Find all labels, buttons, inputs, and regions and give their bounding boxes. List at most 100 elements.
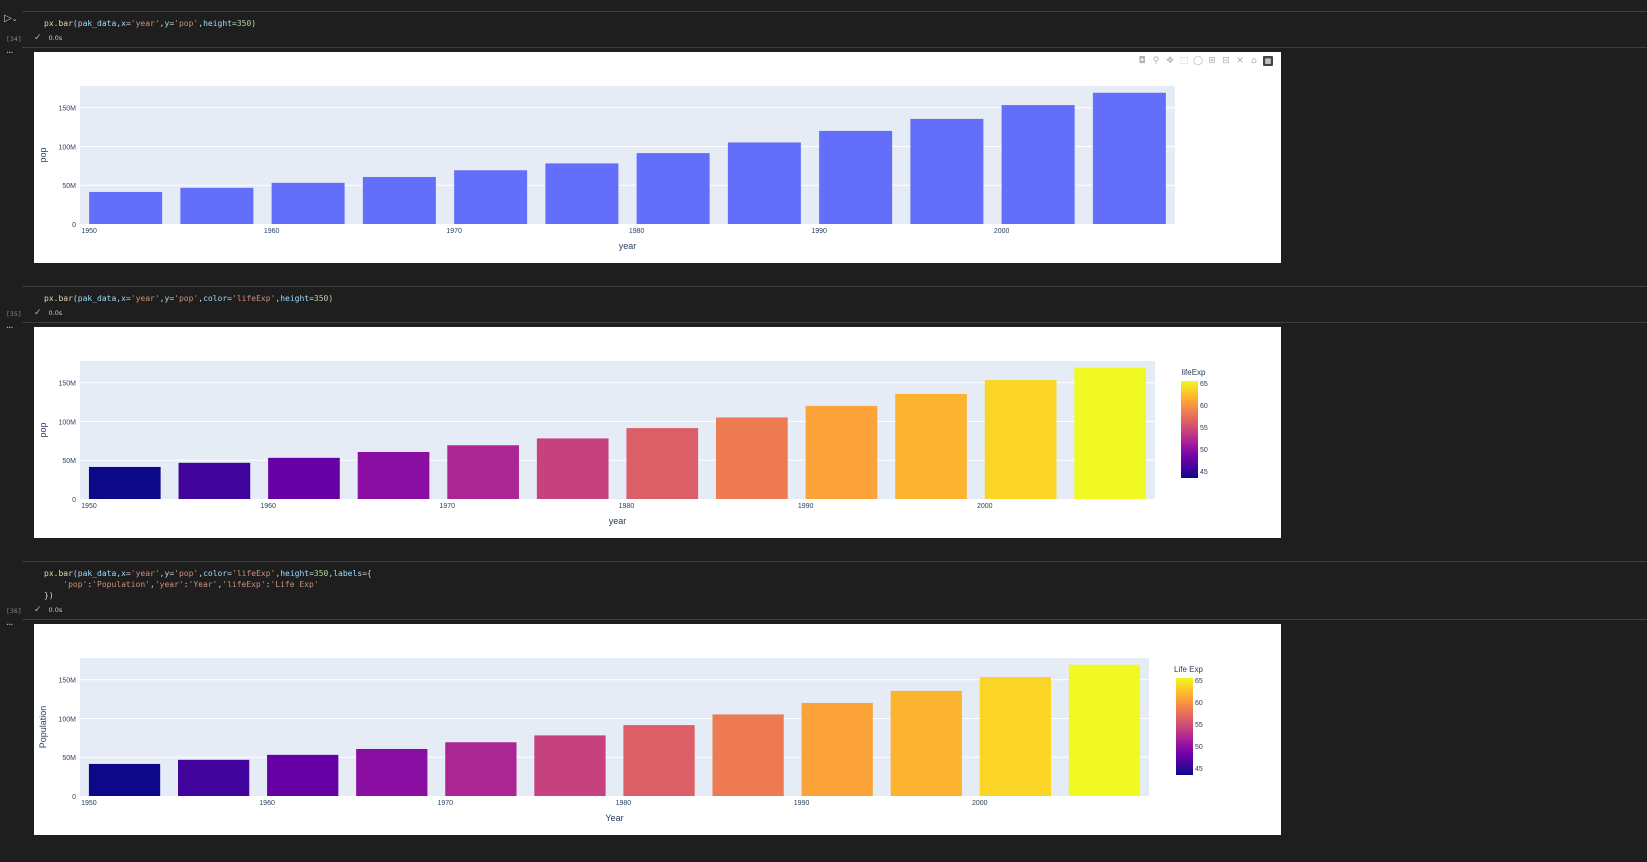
- code-line[interactable]: 'pop':'Population','year':'Year','lifeEx…: [44, 580, 318, 589]
- x-tick-label: 1980: [616, 800, 632, 807]
- colorbar-tick-label: 55: [1200, 425, 1208, 432]
- bar[interactable]: [362, 176, 436, 224]
- chart-output-1: ◘ ⚲ ✥ ⬚ ◯ ⊞ ⊟ ✕ ⌂ ▦ 0 50M 100M 150M 1950 1960 1970 1980 1…: [34, 52, 1281, 263]
- bar[interactable]: [895, 393, 967, 499]
- x-tick-label: 1970: [440, 503, 456, 510]
- bar[interactable]: [88, 466, 161, 499]
- bar[interactable]: [727, 142, 801, 224]
- execution-status: ✓ 0.0s: [34, 605, 62, 615]
- execution-count: [34]: [6, 35, 22, 43]
- bar[interactable]: [805, 405, 878, 499]
- y-axis-title: pop: [38, 147, 48, 162]
- bar[interactable]: [819, 130, 893, 224]
- bar[interactable]: [636, 153, 710, 224]
- colorbar-tick-label: 45: [1200, 469, 1208, 476]
- colorbar-tick-label: 45: [1195, 766, 1203, 773]
- x-tick-label: 1980: [629, 228, 645, 235]
- code-line[interactable]: }): [44, 591, 54, 600]
- check-icon: ✓: [34, 605, 42, 615]
- bar[interactable]: [712, 714, 784, 796]
- colorbar-tick-label: 60: [1195, 700, 1203, 707]
- y-tick-label: 50M: [62, 458, 76, 465]
- bar[interactable]: [178, 462, 251, 499]
- output-menu-icon[interactable]: ···: [6, 620, 13, 631]
- bar[interactable]: [979, 677, 1052, 796]
- x-axis-title: year: [609, 516, 627, 526]
- bar[interactable]: [447, 445, 519, 499]
- bar[interactable]: [454, 170, 528, 224]
- x-tick-label: 2000: [977, 503, 993, 510]
- y-tick-label: 0: [72, 497, 76, 504]
- bar[interactable]: [716, 417, 788, 499]
- x-tick-label: 1990: [794, 800, 810, 807]
- colorbar-tick-label: 50: [1195, 744, 1203, 751]
- y-axis-title: Population: [38, 706, 48, 749]
- x-tick-label: 1970: [437, 800, 453, 807]
- x-axis-title: Year: [605, 813, 623, 823]
- colorbar-tick-label: 60: [1200, 403, 1208, 410]
- colorbar-tick-label: 65: [1200, 381, 1208, 388]
- code-cell-1[interactable]: px.bar(pak_data,x='year',y='pop',height=…: [6, 11, 1647, 48]
- bar[interactable]: [271, 182, 345, 224]
- bar[interactable]: [545, 163, 619, 224]
- code-line[interactable]: px.bar(pak_data,x='year',y='pop',height=…: [44, 19, 256, 28]
- colorbar-tick-label: 65: [1195, 678, 1203, 685]
- bar[interactable]: [801, 702, 873, 796]
- bar[interactable]: [445, 742, 517, 796]
- execution-status: ✓ 0.0s: [34, 308, 62, 318]
- bar[interactable]: [1074, 367, 1147, 499]
- y-tick-label: 0: [72, 222, 76, 229]
- x-tick-label: 1950: [81, 503, 97, 510]
- bar[interactable]: [177, 759, 250, 796]
- bar[interactable]: [356, 748, 428, 796]
- bar[interactable]: [536, 438, 609, 499]
- bar[interactable]: [623, 725, 695, 796]
- bar[interactable]: [357, 451, 430, 499]
- y-tick-label: 50M: [62, 183, 76, 190]
- bar[interactable]: [626, 428, 699, 499]
- chart-output-2: 0 50M 100M 150M 1950 1960 1970 1980 1990 2000 year…: [34, 327, 1281, 538]
- x-axis-title: year: [619, 241, 637, 251]
- execution-status: ✓ 0.0s: [34, 33, 62, 43]
- bar[interactable]: [1092, 92, 1166, 224]
- code-cell-3[interactable]: px.bar(pak_data,x='year',y='pop',color='…: [6, 561, 1647, 620]
- bar[interactable]: [910, 118, 984, 224]
- y-tick-label: 0: [72, 794, 76, 801]
- colorbar-title: lifeExp: [1181, 368, 1206, 377]
- x-tick-label: 1960: [259, 800, 275, 807]
- bar[interactable]: [89, 191, 163, 224]
- x-tick-label: 2000: [994, 228, 1010, 235]
- bar[interactable]: [1068, 664, 1141, 796]
- bar-chart-svg: 0 50M 100M 150M 1950 1960 1970 1980 1990 2000 year…: [38, 86, 1175, 251]
- execution-count: [35]: [6, 310, 22, 318]
- colorbar-title: Life Exp: [1174, 665, 1203, 674]
- bar[interactable]: [267, 754, 339, 796]
- code-line[interactable]: px.bar(pak_data,x='year',y='pop',color='…: [44, 294, 333, 303]
- x-tick-label: 1950: [81, 228, 97, 235]
- x-tick-label: 1990: [798, 503, 814, 510]
- bar[interactable]: [534, 735, 606, 796]
- bar[interactable]: [180, 187, 254, 224]
- bar-chart-svg: 0 50M 100M 150M 1950 1960 1970 1980 1990 2000 Year…: [38, 658, 1204, 823]
- y-axis-title: pop: [38, 422, 48, 437]
- y-tick-label: 150M: [58, 678, 76, 685]
- execution-time: 0.0s: [48, 309, 63, 317]
- output-menu-icon[interactable]: ···: [6, 323, 13, 334]
- bar[interactable]: [268, 457, 340, 499]
- bar[interactable]: [1001, 105, 1075, 224]
- colorbar-tick-label: 55: [1195, 722, 1203, 729]
- execution-time: 0.0s: [48, 34, 63, 42]
- run-cell-icon[interactable]: ▷⌄: [4, 13, 18, 24]
- x-tick-label: 1970: [446, 228, 462, 235]
- y-tick-label: 150M: [58, 381, 76, 388]
- bar[interactable]: [890, 690, 962, 796]
- x-tick-label: 2000: [972, 800, 988, 807]
- bar[interactable]: [88, 763, 161, 796]
- bar[interactable]: [984, 380, 1057, 499]
- output-menu-icon[interactable]: ···: [6, 48, 13, 59]
- code-cell-2[interactable]: px.bar(pak_data,x='year',y='pop',color='…: [6, 286, 1647, 323]
- code-line[interactable]: px.bar(pak_data,x='year',y='pop',color='…: [44, 569, 372, 578]
- colorbar: [1181, 381, 1198, 478]
- y-tick-label: 50M: [62, 755, 76, 762]
- chart-output-3: 0 50M 100M 150M 1950 1960 1970 1980 1990 2000 Year…: [34, 624, 1281, 835]
